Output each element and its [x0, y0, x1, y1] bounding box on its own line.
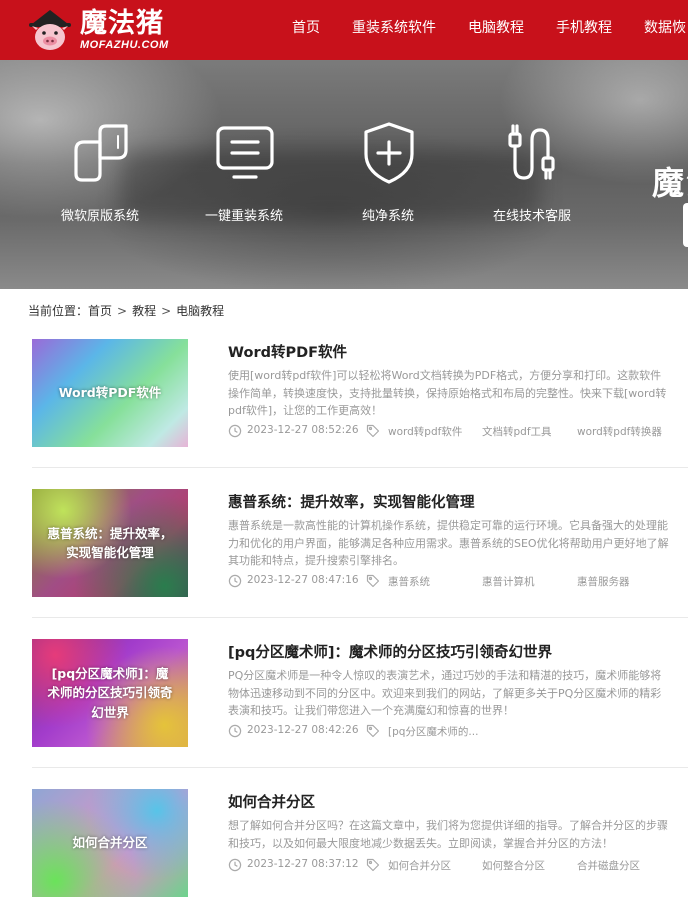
article-divider	[32, 767, 688, 768]
breadcrumb-separator: >	[161, 304, 172, 318]
site-logo[interactable]: 魔法猪 MOFAZHU.COM	[24, 4, 194, 56]
article-tag[interactable]: 合并磁盘分区	[577, 858, 640, 873]
article-date: 2023-12-27 08:52:26	[247, 424, 359, 436]
thumbnail-text: [pq分区魔术师]：魔术师的分区技巧引领奇幻世界	[47, 665, 173, 720]
breadcrumb-separator: >	[117, 304, 128, 318]
tag-icon	[366, 424, 380, 438]
article-description: 使用[word转pdf软件]可以轻松将Word文档转换为PDF格式，方便分享和打…	[228, 369, 667, 417]
banner-button[interactable]	[683, 203, 688, 247]
article-date: 2023-12-27 08:47:16	[247, 574, 359, 586]
article-title[interactable]: 惠普系统：提升效率，实现智能化管理	[228, 491, 475, 512]
article-description: PQ分区魔术师是一种令人惊叹的表演艺术，通过巧妙的手法和精湛的技巧，魔术师能够将…	[228, 669, 662, 717]
tag-icon	[366, 724, 380, 738]
clock-icon	[228, 424, 242, 438]
clock-icon	[228, 724, 242, 738]
thumbnail-text: Word转PDF软件	[58, 385, 162, 401]
nav-item-home[interactable]: 首页	[276, 0, 336, 60]
thumbnail-text: 如何合并分区	[72, 835, 148, 851]
clock-icon	[228, 574, 242, 588]
article-thumbnail[interactable]: [pq分区魔术师]：魔术师的分区技巧引领奇幻世界	[32, 639, 188, 747]
article-tag[interactable]: 惠普系统	[388, 574, 430, 589]
article-tag[interactable]: 文档转pdf工具	[482, 424, 552, 439]
article-description: 惠普系统是一款高性能的计算机操作系统，提供稳定可靠的运行环境。它具备强大的处理能…	[228, 519, 669, 567]
banner-title: 魔法	[652, 164, 688, 202]
nav-item-phone-tutorials[interactable]: 手机教程	[540, 0, 628, 60]
article-tag[interactable]: 惠普服务器	[577, 574, 630, 589]
breadcrumb: 当前位置：首页 > 教程 > 电脑教程	[28, 302, 224, 319]
microsoft-leaf-icon	[74, 124, 128, 182]
article-description: 想了解如何合并分区吗？在这篇文章中，我们将为您提供详细的指导。了解合并分区的步骤…	[228, 819, 668, 850]
article-tag[interactable]: 如何合并分区	[388, 858, 451, 873]
thumbnail-text: 惠普系统：提升效率，实现智能化管理	[47, 525, 173, 560]
article-thumbnail[interactable]: 惠普系统：提升效率，实现智能化管理	[32, 489, 188, 597]
service-label: 微软原版系统	[60, 209, 139, 224]
article-divider	[32, 617, 688, 618]
article-tag[interactable]: 惠普计算机	[482, 574, 535, 589]
article-item: 惠普系统：提升效率，实现智能化管理 惠普系统：提升效率，实现智能化管理 惠普系统…	[32, 489, 688, 639]
main-nav: 首页 重装系统软件 电脑教程 手机教程 数据恢	[276, 0, 688, 60]
service-label: 在线技术客服	[492, 209, 571, 224]
breadcrumb-tutorials[interactable]: 教程	[132, 304, 156, 318]
article-item: Word转PDF软件 Word转PDF软件 使用[word转pdf软件]可以轻松…	[32, 339, 688, 489]
tag-icon	[366, 858, 380, 872]
article-tag[interactable]: [pq分区魔术师的...	[388, 724, 478, 739]
service-label: 一键重装系统	[204, 209, 283, 224]
shield-plus-icon	[364, 122, 414, 184]
usb-cable-icon	[508, 124, 555, 180]
logo-english-text: MOFAZHU.COM	[80, 38, 169, 51]
article-tag[interactable]: word转pdf转换器	[577, 424, 662, 439]
nav-item-reinstall-software[interactable]: 重装系统软件	[336, 0, 452, 60]
hero-banner: 微软原版系统 一键重装系统 纯净系统 在线技术客服 魔法	[0, 60, 688, 289]
article-date: 2023-12-27 08:37:12	[247, 858, 359, 870]
article-item: [pq分区魔术师]：魔术师的分区技巧引领奇幻世界 [pq分区魔术师]：魔术师的分…	[32, 639, 688, 789]
tag-icon	[366, 574, 380, 588]
site-header: 魔法猪 MOFAZHU.COM 首页 重装系统软件 电脑教程 手机教程 数据恢	[0, 0, 688, 60]
article-title[interactable]: [pq分区魔术师]：魔术师的分区技巧引领奇幻世界	[228, 641, 552, 662]
pig-mascot-icon	[29, 10, 71, 50]
article-tag[interactable]: word转pdf软件	[388, 424, 462, 439]
nav-item-data-recovery[interactable]: 数据恢	[628, 0, 688, 60]
article-divider	[32, 467, 688, 468]
breadcrumb-home[interactable]: 首页	[88, 304, 112, 318]
article-title[interactable]: Word转PDF软件	[228, 341, 347, 362]
article-thumbnail[interactable]: Word转PDF软件	[32, 339, 188, 447]
monitor-icon	[216, 126, 274, 179]
service-label: 纯净系统	[361, 209, 414, 224]
article-title[interactable]: 如何合并分区	[228, 791, 315, 812]
breadcrumb-pc-tutorials[interactable]: 电脑教程	[176, 304, 224, 318]
nav-item-pc-tutorials[interactable]: 电脑教程	[452, 0, 540, 60]
article-date: 2023-12-27 08:42:26	[247, 724, 359, 736]
article-tag[interactable]: 如何整合分区	[482, 858, 545, 873]
logo-chinese-text: 魔法猪	[80, 7, 164, 39]
clock-icon	[228, 858, 242, 872]
breadcrumb-prefix: 当前位置：	[28, 304, 89, 318]
article-thumbnail[interactable]: 如何合并分区	[32, 789, 188, 897]
article-item: 如何合并分区 如何合并分区 想了解如何合并分区吗？在这篇文章中，我们将为您提供详…	[32, 789, 688, 914]
